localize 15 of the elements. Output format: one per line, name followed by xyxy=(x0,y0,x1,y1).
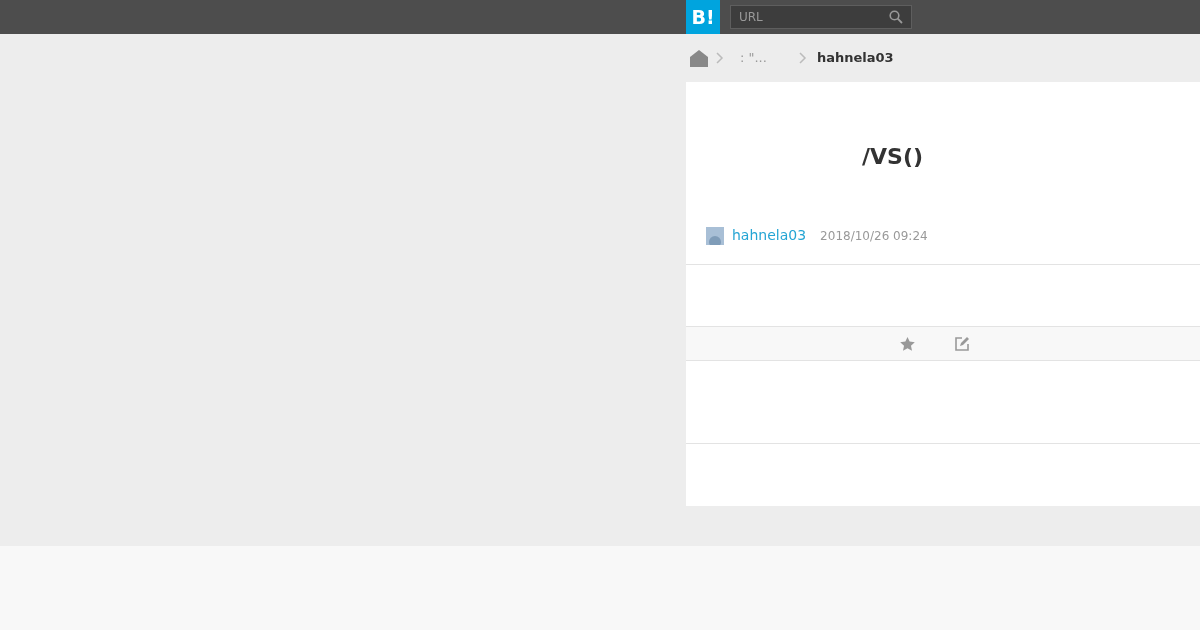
breadcrumb-current[interactable]: hahnela03 xyxy=(816,48,894,68)
search-box[interactable]: URL xyxy=(730,5,912,29)
entry-title: /VS() xyxy=(862,146,924,168)
logo[interactable]: B! xyxy=(686,0,720,34)
star-icon[interactable] xyxy=(900,336,915,351)
search-field[interactable]: URL xyxy=(739,8,889,26)
chevron-icon xyxy=(716,52,724,64)
search-icon[interactable] xyxy=(889,10,903,24)
user-link[interactable]: hahnela03 xyxy=(732,225,807,246)
chevron-icon xyxy=(798,52,807,64)
avatar-icon xyxy=(706,226,724,245)
edit-icon[interactable] xyxy=(955,336,969,351)
breadcrumb-link[interactable]: : "... xyxy=(740,48,767,68)
entry-date: 2018/10/26 09:24 xyxy=(820,227,928,245)
home-icon[interactable] xyxy=(690,49,708,67)
